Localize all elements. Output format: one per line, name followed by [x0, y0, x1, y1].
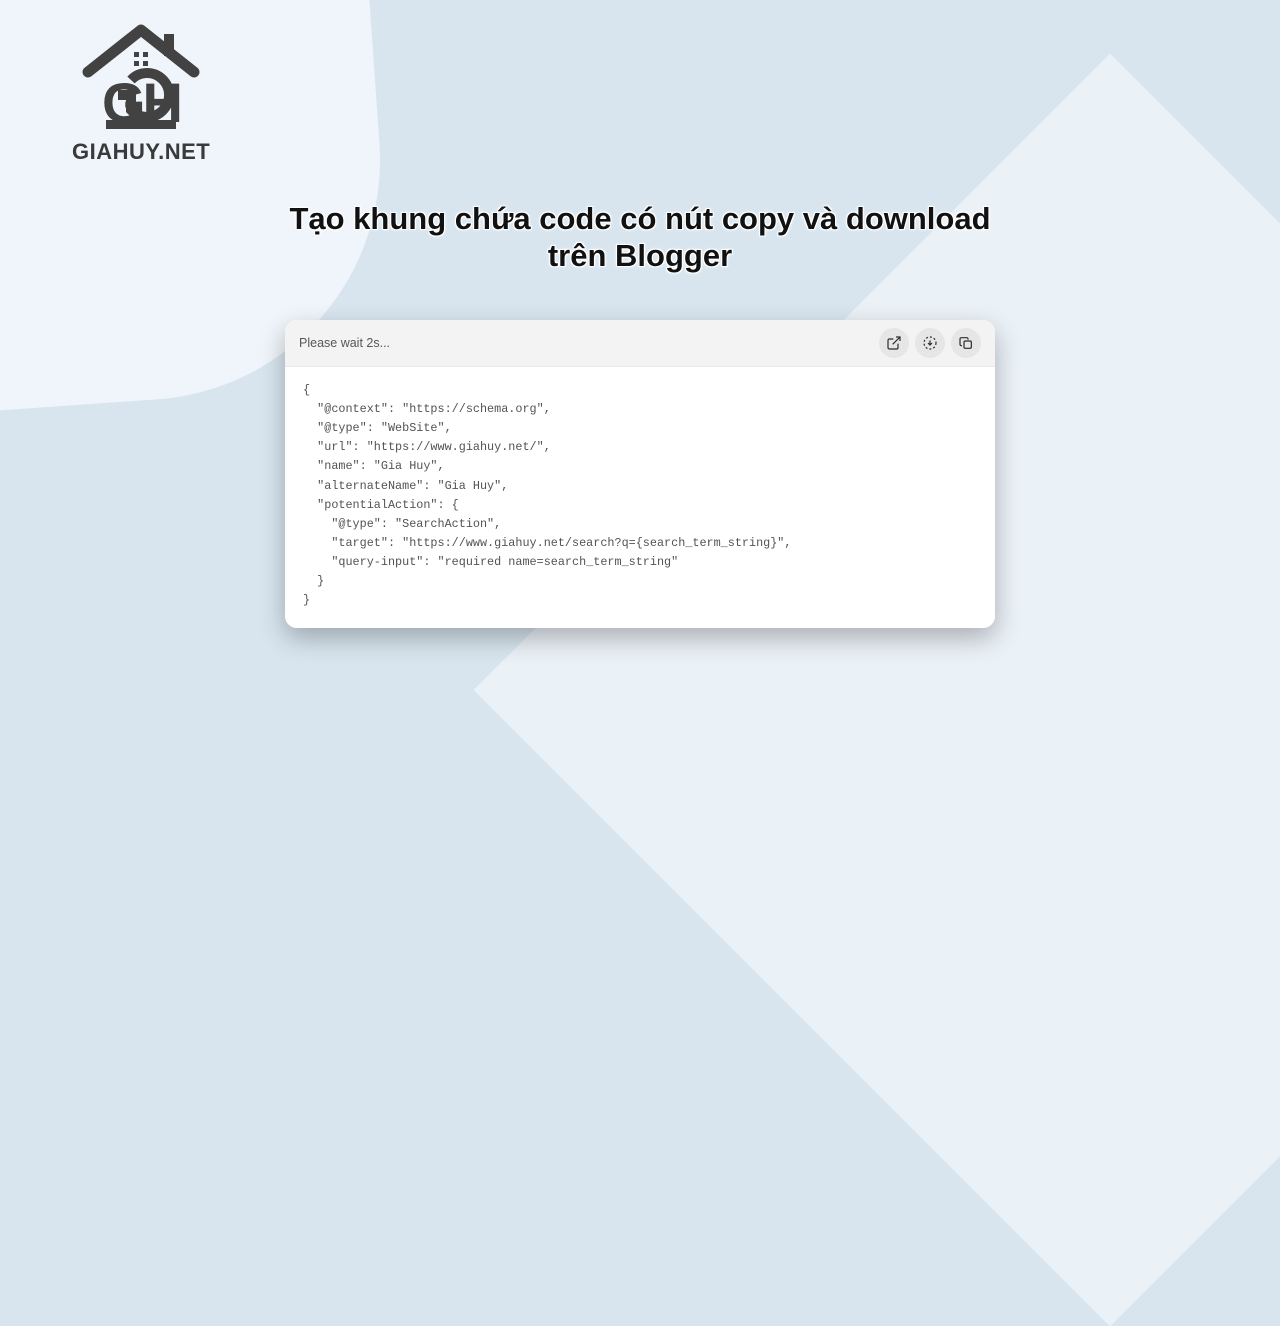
open-external-button[interactable]	[879, 328, 909, 358]
code-content: { "@context": "https://schema.org", "@ty…	[285, 367, 995, 628]
download-icon	[922, 335, 938, 351]
copy-button[interactable]	[951, 328, 981, 358]
code-card-header: Please wait 2s...	[285, 320, 995, 367]
title-line-1: Tạo khung chứa code có nút copy và downl…	[289, 201, 990, 236]
card-actions	[879, 328, 981, 358]
open-external-icon	[886, 335, 902, 351]
code-block: { "@context": "https://schema.org", "@ty…	[303, 381, 977, 610]
title-line-2: trên Blogger	[548, 238, 732, 273]
status-text: Please wait 2s...	[299, 336, 390, 350]
page-title: Tạo khung chứa code có nút copy và downl…	[0, 200, 1280, 274]
brand-text: GIAHUY.NET	[72, 139, 210, 165]
code-card: Please wait 2s...	[285, 320, 995, 628]
download-button[interactable]	[915, 328, 945, 358]
site-logo: GH GIAHUY.NET	[72, 20, 210, 165]
house-logo-icon: GH	[78, 20, 204, 130]
copy-icon	[958, 335, 974, 351]
